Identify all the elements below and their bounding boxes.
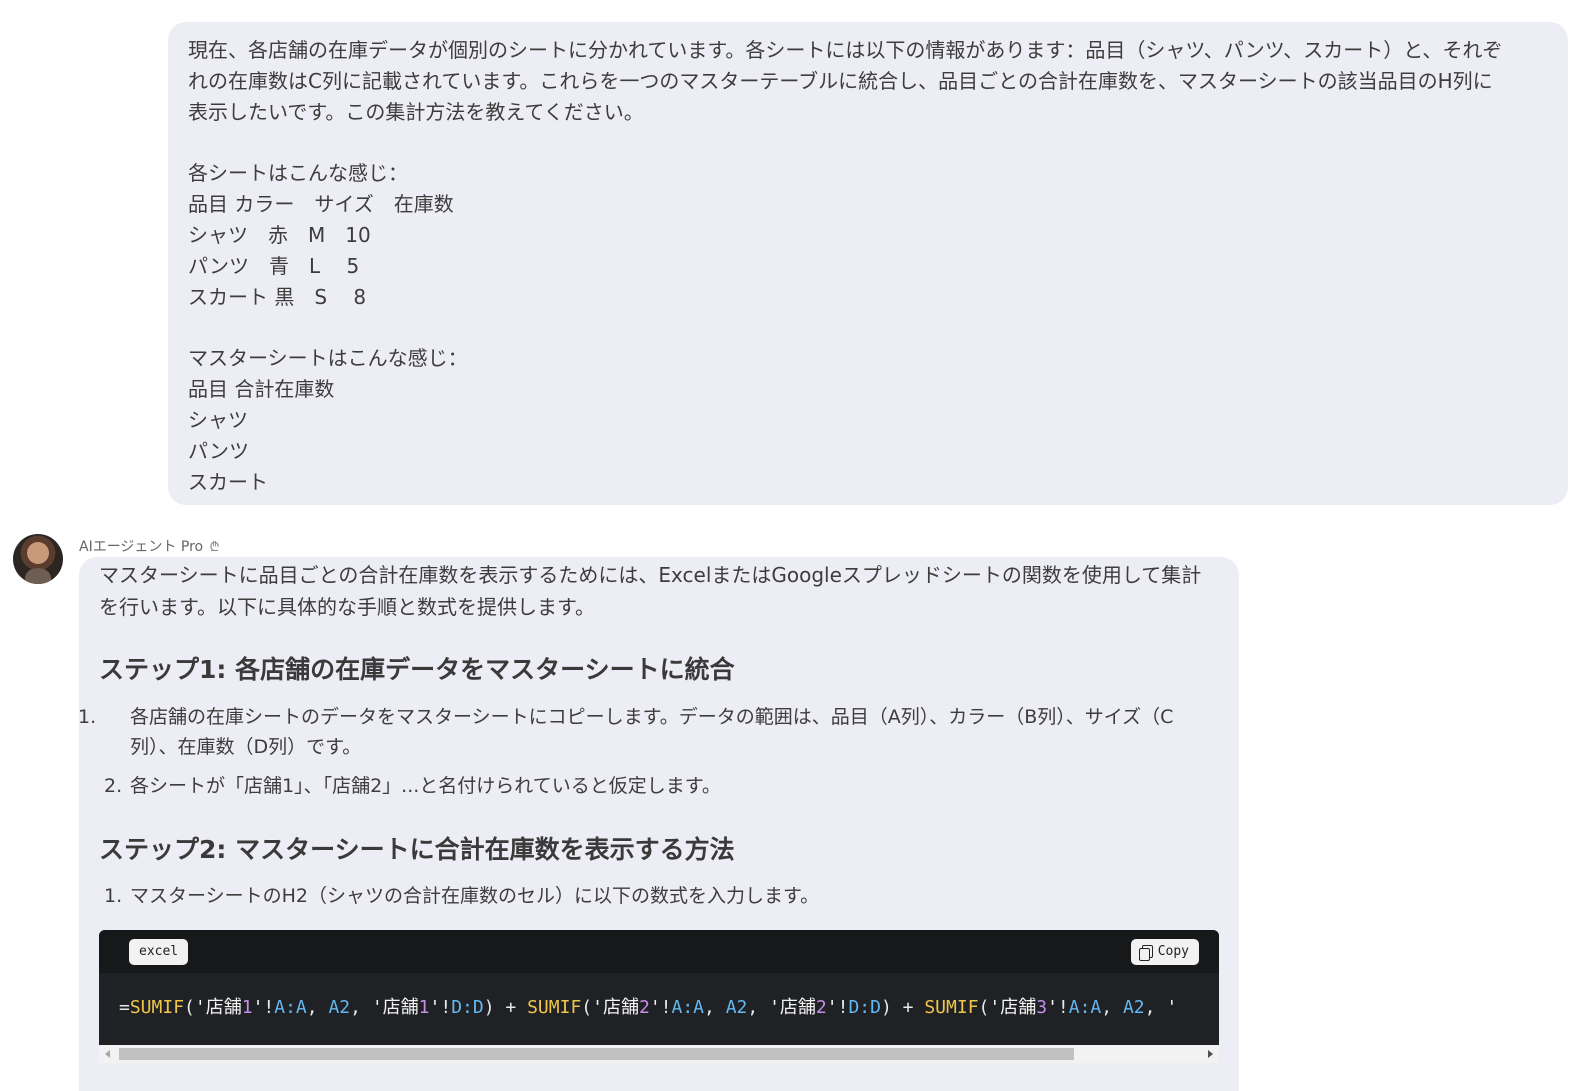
user-message-line: シャツ <box>188 408 248 432</box>
list-item: 1. 各店舗の在庫シートのデータをマスターシートにコピーします。データの範囲は、品… <box>78 702 1204 762</box>
code-block: excel Copy =SUMIF('店舗1'!A:A, A2, '店舗1'!D… <box>99 930 1219 1045</box>
list-item-text: 各シートが「店舗1」、「店舗2」...と名付けられていると仮定します。 <box>130 775 721 797</box>
step1-heading: ステップ1: 各店舗の在庫データをマスターシートに統合 <box>99 655 735 684</box>
list-item-number: 1. <box>104 885 123 907</box>
user-message-line: 品目 カラー サイズ 在庫数 <box>188 192 454 216</box>
code-horizontal-scrollbar[interactable] <box>99 1045 1219 1063</box>
assistant-intro-text: マスターシートに品目ごとの合計在庫数を表示するためには、ExcelまたはGoog… <box>99 563 1202 619</box>
user-message-line: 現在、各店舗の在庫データが個別のシートに分かれています。各シートには以下の情報が… <box>188 38 1503 62</box>
scroll-right-arrow-icon[interactable] <box>1208 1050 1213 1058</box>
group-icon: ₾ <box>209 540 220 555</box>
user-message-bubble: 現在、各店舗の在庫データが個別のシートに分かれています。各シートには以下の情報が… <box>168 22 1568 505</box>
assistant-message-bubble: マスターシートに品目ごとの合計在庫数を表示するためには、ExcelまたはGoog… <box>78 557 1239 1091</box>
assistant-avatar[interactable] <box>13 534 63 584</box>
user-message-line: パンツ 青 L 5 <box>188 254 360 278</box>
list-item-number: 2. <box>104 775 123 797</box>
assistant-name-label: AIエージェント Pro <box>79 539 204 555</box>
user-message-line: スカート 黒 S 8 <box>188 285 367 309</box>
list-item: 1. マスターシートのH2（シャツの合計在庫数のセル）に以下の数式を入力します。 <box>104 881 1204 911</box>
list-item-text: マスターシートのH2（シャツの合計在庫数のセル）に以下の数式を入力します。 <box>130 885 820 907</box>
user-message-line: 表示したいです。この集計方法を教えてください。 <box>188 100 644 124</box>
copy-button[interactable]: Copy <box>1130 939 1199 965</box>
list-item: 2. 各シートが「店舗1」、「店舗2」...と名付けられていると仮定します。 <box>104 771 1204 801</box>
scroll-left-arrow-icon[interactable] <box>105 1050 110 1058</box>
code-block-header: excel Copy <box>99 930 1219 973</box>
user-message-line: れの在庫数はC列に記載されています。これらを一つのマスターテーブルに統合し、品目… <box>188 69 1493 93</box>
user-message-line: シャツ 赤 M 10 <box>188 223 371 247</box>
user-message-text: 現在、各店舗の在庫データが個別のシートに分かれています。各シートには以下の情報が… <box>188 35 1548 498</box>
user-message-line: 各シートはこんな感じ： <box>188 161 408 185</box>
list-item-number: 1. <box>78 706 97 728</box>
chat-page: 現在、各店舗の在庫データが個別のシートに分かれています。各シートには以下の情報が… <box>0 0 1588 1091</box>
copy-button-label: Copy <box>1157 944 1189 959</box>
code-language-badge: excel <box>129 939 189 965</box>
copy-icon <box>1138 944 1153 961</box>
scrollbar-thumb[interactable] <box>119 1048 1074 1060</box>
user-message-line: スカート <box>188 470 268 494</box>
code-formula[interactable]: =SUMIF('店舗1'!A:A, A2, '店舗1'!D:D) + SUMIF… <box>119 994 1177 1022</box>
assistant-name: AIエージェント Pro ₾ <box>79 538 220 557</box>
user-message-line: 品目 合計在庫数 <box>188 377 335 401</box>
user-message-line: パンツ <box>188 439 249 463</box>
list-item-text: 各店舗の在庫シートのデータをマスターシートにコピーします。データの範囲は、品目（… <box>130 706 1174 758</box>
step2-heading: ステップ2: マスターシートに合計在庫数を表示する方法 <box>99 835 735 864</box>
user-message-line: マスターシートはこんな感じ： <box>188 346 468 370</box>
